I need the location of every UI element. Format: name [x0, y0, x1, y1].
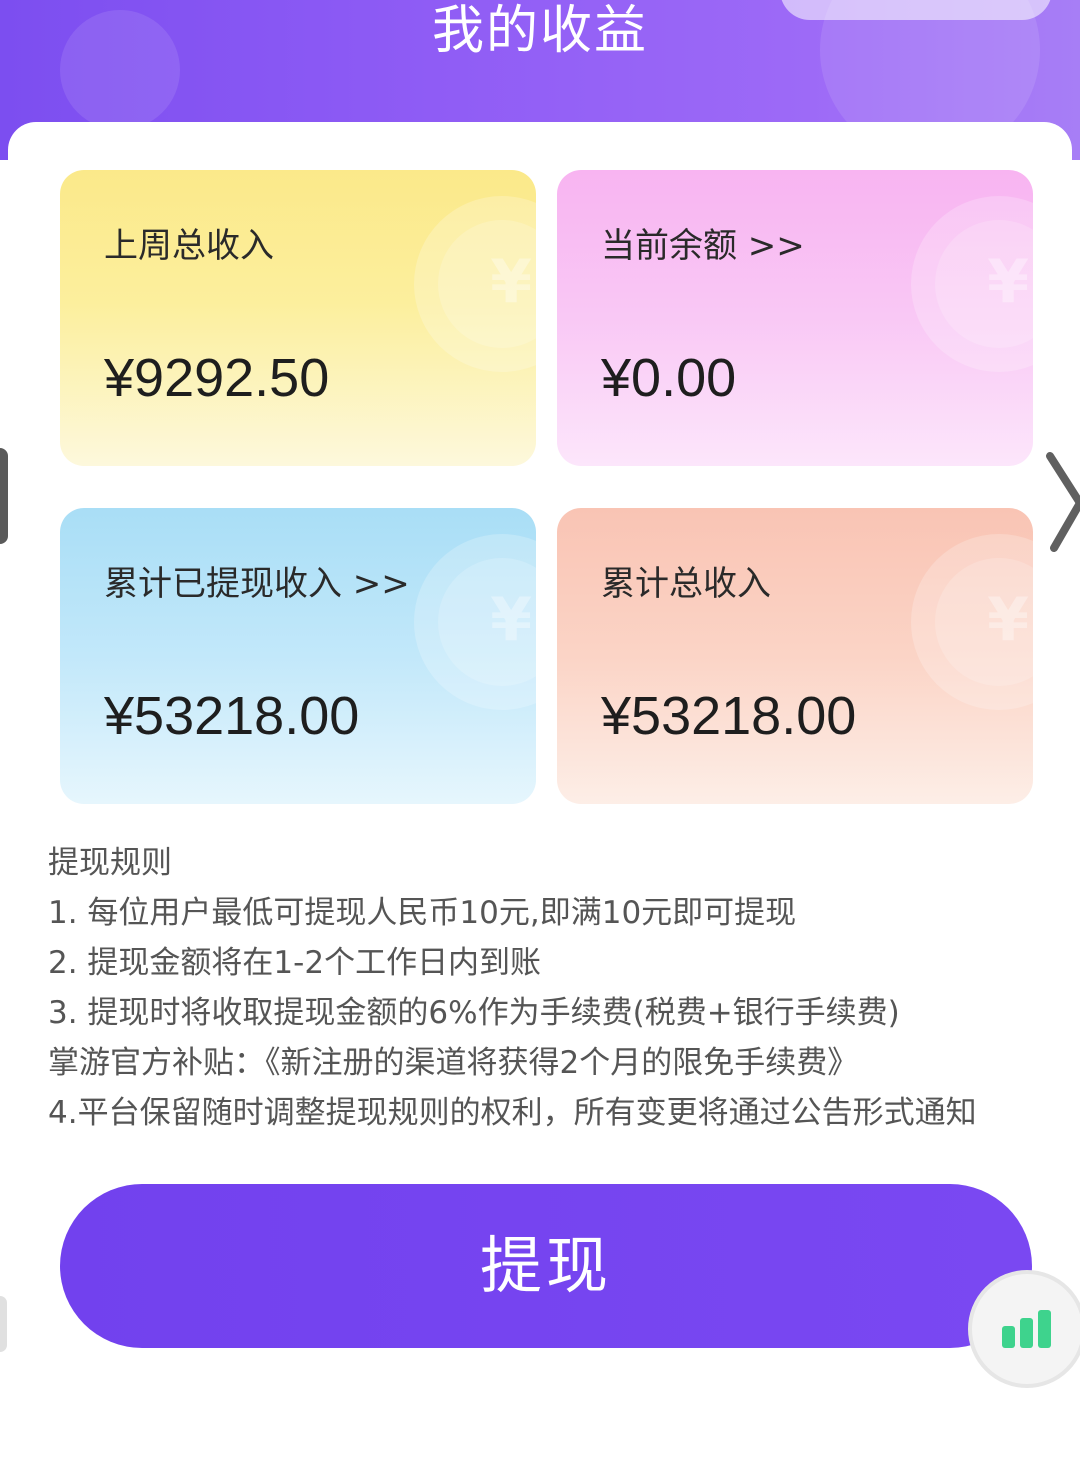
rule-item: 3. 提现时将收取提现金额的6%作为手续费(税费+银行手续费) [48, 995, 900, 1031]
floating-stats-button[interactable] [968, 1270, 1080, 1388]
card-value: ¥9292.50 [104, 348, 330, 408]
rule-item: 掌游官方补贴：《新注册的渠道将获得2个月的限免手续费》 [48, 1045, 859, 1081]
rule-item: 1. 每位用户最低可提现人民币10元,即满10元即可提现 [48, 895, 797, 931]
card-value: ¥0.00 [601, 348, 737, 408]
withdraw-rules: 提现规则 1. 每位用户最低可提现人民币10元,即满10元即可提现 2. 提现金… [48, 838, 1048, 1138]
card-last-week-income: ¥ 上周总收入 ¥9292.50 [60, 170, 536, 466]
close-icon[interactable] [1044, 448, 1080, 558]
card-label: 累计总收入 [601, 564, 771, 604]
page-title: 我的收益 [431, 1, 648, 61]
rule-item: 2. 提现金额将在1-2个工作日内到账 [48, 945, 542, 981]
card-total-income: ¥ 累计总收入 ¥53218.00 [557, 508, 1033, 804]
card-label: 累计已提现收入 >> [104, 564, 410, 604]
card-total-withdrawn[interactable]: ¥ 累计已提现收入 >> ¥53218.00 [60, 508, 536, 804]
withdraw-button[interactable]: 提现 [60, 1184, 1032, 1348]
rule-item: 4.平台保留随时调整提现规则的权利，所有变更将通过公告形式通知 [48, 1095, 977, 1131]
edge-handle-left [0, 1296, 7, 1352]
card-current-balance[interactable]: ¥ 当前余额 >> ¥0.00 [557, 170, 1033, 466]
card-value: ¥53218.00 [104, 686, 360, 746]
yuan-symbol-icon: ¥ [987, 247, 1029, 317]
card-label: 当前余额 >> [601, 226, 805, 266]
edge-handle-left [0, 448, 8, 544]
yuan-symbol-icon: ¥ [490, 247, 532, 317]
card-value: ¥53218.00 [601, 686, 857, 746]
card-label: 上周总收入 [104, 226, 274, 266]
yuan-symbol-icon: ¥ [490, 585, 532, 655]
yuan-symbol-icon: ¥ [987, 585, 1029, 655]
rules-title: 提现规则 [48, 845, 172, 881]
